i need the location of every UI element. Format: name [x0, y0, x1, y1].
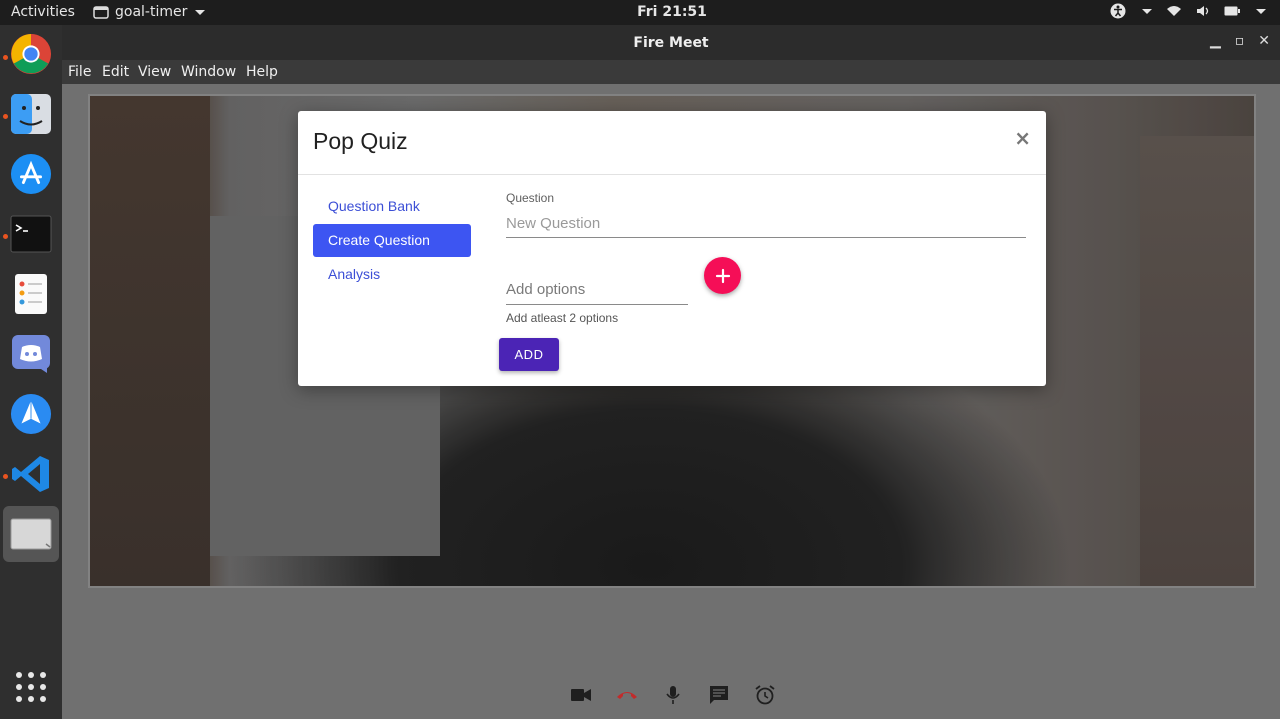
add-option-button[interactable]: [704, 257, 741, 294]
running-indicator: [3, 114, 8, 119]
create-question-form: Question Add atleast 2 options: [506, 191, 1026, 325]
menu-bar: File Edit View Window Help: [62, 60, 1280, 84]
add-question-button[interactable]: ADD: [499, 338, 559, 371]
window-titlebar: Fire Meet ▁ ▫ ✕: [62, 25, 1280, 60]
show-applications-icon[interactable]: [16, 672, 46, 702]
question-label: Question: [506, 191, 555, 205]
menu-file[interactable]: File: [68, 64, 91, 80]
system-tray[interactable]: [1110, 3, 1266, 19]
options-input[interactable]: [506, 274, 688, 304]
nav-question-bank[interactable]: Question Bank: [313, 190, 471, 223]
chevron-down-icon: [1256, 8, 1266, 14]
reminders-icon[interactable]: [10, 273, 52, 315]
menu-help[interactable]: Help: [246, 64, 278, 80]
close-icon[interactable]: ×: [1014, 126, 1031, 150]
close-window-icon[interactable]: ✕: [1258, 33, 1270, 49]
battery-icon: [1224, 6, 1240, 16]
nav-analysis[interactable]: Analysis: [313, 258, 471, 291]
terminal-icon[interactable]: [10, 213, 52, 255]
options-field: [506, 274, 688, 305]
dialog-title: Pop Quiz: [313, 128, 408, 154]
top-bar: Activities goal-timer Fri 21:51: [0, 0, 1280, 25]
menu-view[interactable]: View: [138, 64, 171, 80]
maximize-icon[interactable]: ▫: [1235, 33, 1245, 49]
chevron-down-icon: [1142, 8, 1152, 14]
nav-create-question[interactable]: Create Question: [313, 224, 471, 257]
running-indicator: [3, 474, 8, 479]
discord-icon[interactable]: [10, 333, 52, 375]
options-hint: Add atleast 2 options: [506, 311, 619, 325]
volume-icon: [1197, 6, 1209, 16]
clock[interactable]: Fri 21:51: [0, 4, 1280, 20]
plus-icon: [715, 268, 730, 283]
finder-icon[interactable]: [10, 93, 52, 135]
accessibility-icon[interactable]: [1110, 3, 1126, 19]
app-store-icon[interactable]: [10, 153, 52, 195]
vscode-icon[interactable]: [10, 453, 52, 495]
menu-edit[interactable]: Edit: [102, 64, 129, 80]
pop-quiz-dialog: Pop Quiz × Question Bank Create Question…: [298, 111, 1046, 386]
chrome-icon[interactable]: [10, 33, 52, 75]
window-icon[interactable]: [3, 506, 59, 562]
menu-window[interactable]: Window: [181, 64, 236, 80]
question-field: [506, 209, 1026, 238]
dock: [0, 25, 62, 719]
quiz-nav: Question Bank Create Question Analysis: [313, 190, 471, 292]
question-input[interactable]: [506, 209, 1022, 237]
window-title: Fire Meet: [633, 35, 709, 51]
minimize-icon[interactable]: ▁: [1210, 33, 1221, 49]
dialog-header: Pop Quiz ×: [298, 111, 1046, 175]
wifi-icon: [1167, 6, 1181, 16]
running-indicator: [3, 55, 8, 60]
paper-plane-icon[interactable]: [10, 393, 52, 435]
running-indicator: [3, 234, 8, 239]
